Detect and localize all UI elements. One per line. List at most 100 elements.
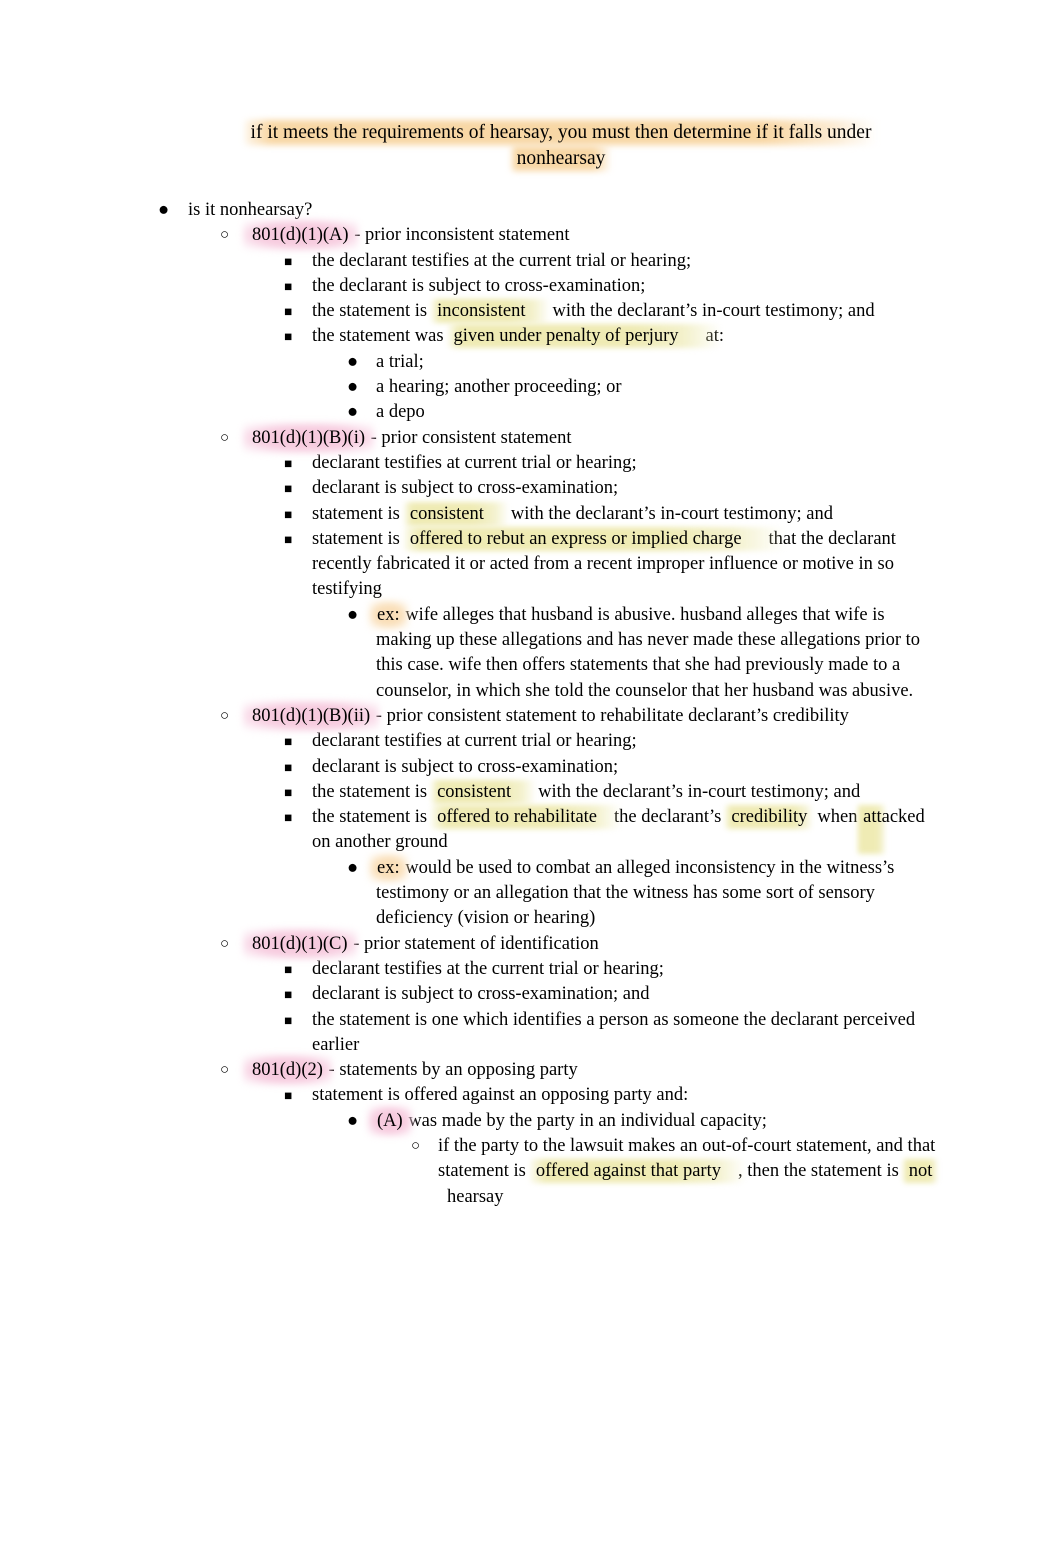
list-item: ■ declarant is subject to cross-examinat… xyxy=(0,755,1062,780)
title-highlight-2: nonhearsay xyxy=(516,147,606,169)
element-text: the statement is offered to rehabilitate t… xyxy=(312,805,1062,856)
element-suffix: with the declarant’s in-court testimony;… xyxy=(538,781,861,802)
element-text: the statement is one which identifies a … xyxy=(312,1009,916,1055)
list-item: ■ statement is offered to rebut an expres… xyxy=(0,527,1062,603)
element-mid: the declarant’s xyxy=(614,807,722,828)
element-text: declarant testifies at current trial or … xyxy=(312,452,637,473)
highlight-consistent: consistent xyxy=(437,781,512,802)
bullet-disc-icon: ● xyxy=(158,200,170,220)
rule-title: - prior consistent statement to rehabili… xyxy=(371,705,849,726)
highlight-credibility: credibility xyxy=(731,807,808,828)
rule-801d1Bi-heading: 801(d)(1)(B)(i) - prior consistent state… xyxy=(251,426,1062,451)
subsection-a-text: (A) was made by the party in an individu… xyxy=(376,1109,1062,1134)
bullet-square-icon: ■ xyxy=(284,961,293,977)
rule-citation: 801(d)(1)(A) xyxy=(252,225,349,246)
rule-citation: 801(d)(2) xyxy=(252,1060,323,1081)
list-item: ■ the statement is one which identifies … xyxy=(0,1008,1062,1059)
element-suffix: with the declarant’s in-court testimony;… xyxy=(552,301,875,322)
element-prefix: statement is xyxy=(312,503,400,524)
list-item: ■ declarant is subject to cross-examinat… xyxy=(0,982,1062,1007)
rule-citation: 801(d)(1)(B)(i) xyxy=(252,427,366,448)
element-suffix: when xyxy=(817,807,858,828)
document-title: if it meets the requirements of hearsay,… xyxy=(196,120,926,171)
bullet-square-icon: ■ xyxy=(284,481,293,497)
element-text: statement is offered against an opposing… xyxy=(312,1085,689,1106)
list-item-example: ● ex: would be used to combat an alleged… xyxy=(0,856,1062,932)
title-line-1: if it meets the requirements of hearsay,… xyxy=(196,120,926,146)
bullet-square-icon: ■ xyxy=(284,759,293,775)
list-item: ■ statement is offered against an opposi… xyxy=(0,1083,1062,1108)
list-item: ■ declarant testifies at current trial o… xyxy=(0,451,1062,476)
detail-suffix: hearsay xyxy=(447,1186,504,1207)
list-item-rule-801d1Bii: ○ 801(d)(1)(B)(ii) - prior consistent st… xyxy=(0,704,1062,729)
element-prefix: the statement is xyxy=(312,807,428,828)
element-text: statement is consistent with the declarant… xyxy=(312,502,1062,527)
bullet-disc-icon: ● xyxy=(347,604,359,625)
rule-801d1Bii-heading: 801(d)(1)(B)(ii) - prior consistent stat… xyxy=(251,704,1062,729)
bullet-disc-icon: ● xyxy=(347,402,359,423)
element-text: declarant is subject to cross-examinatio… xyxy=(312,478,619,499)
rule-title: - prior consistent statement xyxy=(366,427,572,448)
list-item: ■ the statement was given under penalty o… xyxy=(0,324,1062,349)
detail-mid: , then the statement is xyxy=(737,1161,899,1182)
bullet-square-icon: ■ xyxy=(284,304,293,320)
list-item: ■ statement is consistent with the declara… xyxy=(0,502,1062,527)
example-body: would be used to combat an alleged incon… xyxy=(376,857,895,929)
list-item-root: ● is it nonhearsay? xyxy=(0,198,1062,223)
rule-801d1A-heading: 801(d)(1)(A) - prior inconsistent statem… xyxy=(251,223,1062,248)
venue-text: a hearing; another proceeding; or xyxy=(376,377,622,398)
highlight-offered-to-rebut: offered to rebut an express or implied c… xyxy=(409,528,742,549)
element-prefix: the statement is xyxy=(312,781,428,802)
list-item-rule-801d1C: ○ 801(d)(1)(C) - prior statement of iden… xyxy=(0,932,1062,957)
bullet-disc-icon: ● xyxy=(347,857,359,878)
element-prefix: the statement was xyxy=(312,326,444,347)
element-prefix: statement is xyxy=(312,528,400,549)
bullet-disc-icon: ● xyxy=(347,351,359,372)
element-text: declarant testifies at current trial or … xyxy=(312,731,637,752)
list-item: ■ the statement is consistent with the dec… xyxy=(0,780,1062,805)
rule-title: - prior statement of identification xyxy=(348,933,599,954)
list-item-rule-801d1Bi: ○ 801(d)(1)(B)(i) - prior consistent sta… xyxy=(0,426,1062,451)
element-text: statement is offered to rebut an express … xyxy=(312,527,1062,603)
list-item: ■ the declarant testifies at the current… xyxy=(0,249,1062,274)
list-item: ■ the statement is inconsistent with the d… xyxy=(0,299,1062,324)
bullet-disc-icon: ● xyxy=(347,377,359,398)
bullet-circle-icon: ○ xyxy=(220,1062,230,1079)
list-item: ■ the declarant is subject to cross-exam… xyxy=(0,274,1062,299)
example-text: ex: wife alleges that husband is abusive… xyxy=(376,603,1062,704)
element-text: the statement was given under penalty of … xyxy=(312,324,1062,349)
bullet-circle-icon: ○ xyxy=(411,1137,421,1154)
bullet-square-icon: ■ xyxy=(284,531,293,547)
example-label: ex: xyxy=(377,857,400,878)
bullet-square-icon: ■ xyxy=(284,734,293,750)
bullet-circle-icon: ○ xyxy=(220,227,230,244)
rule-title: - prior inconsistent statement xyxy=(349,225,570,246)
element-text: declarant testifies at the current trial… xyxy=(312,958,664,979)
title-highlight-1: if it meets the requirements of hearsay,… xyxy=(250,122,872,143)
element-text: declarant is subject to cross-examinatio… xyxy=(312,756,619,777)
rule-801d1C-heading: 801(d)(1)(C) - prior statement of identi… xyxy=(251,932,1062,957)
outline-list: ● is it nonhearsay? ○ 801(d)(1)(A) - pri… xyxy=(0,198,1062,1210)
venue-text: a depo xyxy=(376,402,425,423)
document-page: if it meets the requirements of hearsay,… xyxy=(0,0,1062,1561)
list-item-example: ● ex: wife alleges that husband is abusi… xyxy=(0,603,1062,704)
bullet-square-icon: ■ xyxy=(284,506,293,522)
bullet-circle-icon: ○ xyxy=(220,935,230,952)
detail-text: if the party to the lawsuit makes an out… xyxy=(438,1134,1062,1210)
highlight-consistent: consistent xyxy=(409,503,484,524)
element-text: declarant is subject to cross-examinatio… xyxy=(312,984,650,1005)
bullet-square-icon: ■ xyxy=(284,1012,293,1028)
bullet-square-icon: ■ xyxy=(284,278,293,294)
bullet-square-icon: ■ xyxy=(284,987,293,1003)
list-item-subsection-a: ● (A) was made by the party in an indivi… xyxy=(0,1109,1062,1134)
subsection-label: (A) xyxy=(377,1110,403,1131)
example-body: wife alleges that husband is abusive. hu… xyxy=(376,604,921,701)
bullet-square-icon: ■ xyxy=(284,1088,293,1104)
highlight-inconsistent: inconsistent xyxy=(437,301,526,322)
list-item: ■ declarant testifies at current trial o… xyxy=(0,729,1062,754)
rule-title: - statements by an opposing party xyxy=(323,1060,578,1081)
element-text: the statement is inconsistent with the dec… xyxy=(312,299,1062,324)
element-prefix: the statement is xyxy=(312,301,428,322)
highlight-penalty-of-perjury: given under penalty of perjury xyxy=(453,326,679,347)
bullet-circle-icon: ○ xyxy=(220,429,230,446)
